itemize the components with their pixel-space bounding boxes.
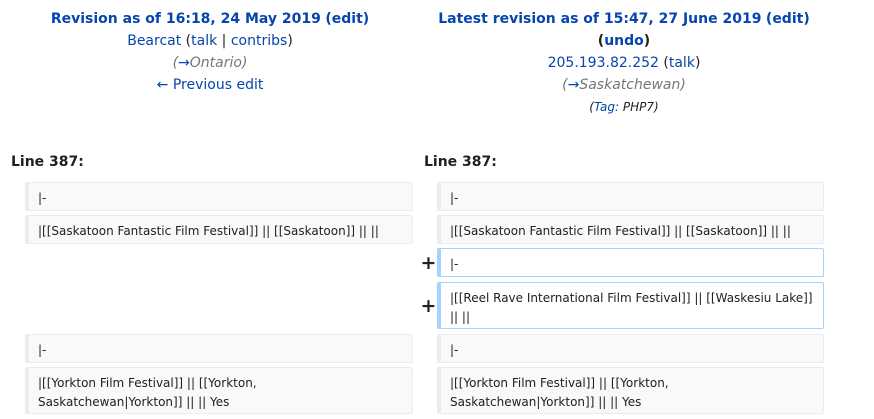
diff-context-cell-right: |[[Saskatoon Fantastic Film Festival]] |… xyxy=(437,215,824,244)
diff-added-cell: |[[Reel Rave International Film Festival… xyxy=(437,282,824,329)
diff-context-cell-right: |- xyxy=(437,334,824,363)
diff-context-cell-left: |- xyxy=(25,182,413,211)
undo-link[interactable]: undo xyxy=(604,33,644,49)
tag-name: PHP7 xyxy=(622,100,655,114)
left-user-link[interactable]: Bearcat xyxy=(127,33,181,49)
right-user-link[interactable]: 205.193.82.252 xyxy=(548,55,659,71)
right-talk-link[interactable]: talk xyxy=(669,55,695,71)
right-line-number: Line 387: xyxy=(424,154,497,170)
right-revision-link[interactable]: Latest revision as of 15:47, 27 June 201… xyxy=(438,11,761,27)
undo-line: (undo) xyxy=(597,33,651,49)
left-edit-link[interactable]: edit xyxy=(332,11,363,27)
left-summary-section: Ontario xyxy=(189,55,242,71)
left-user-line: Bearcat (talk | contribs) xyxy=(127,33,293,49)
left-revision-title-line: Revision as of 16:18, 24 May 2019 (edit) xyxy=(50,11,370,27)
diff-context-cell-left: |[[Yorkton Film Festival]] || [[Yorkton,… xyxy=(25,367,413,414)
right-edit-link[interactable]: edit xyxy=(772,11,803,27)
diff-context-cell-left: |[[Saskatoon Fantastic Film Festival]] |… xyxy=(25,215,413,244)
right-edit-summary: (→Saskatchewan) xyxy=(562,77,686,93)
left-summary-arrow-link[interactable]: → xyxy=(178,55,190,71)
left-contribs-link[interactable]: contribs xyxy=(231,33,287,49)
previous-edit-link[interactable]: ← Previous edit xyxy=(157,77,264,93)
diff-context-cell-right: |[[Yorkton Film Festival]] || [[Yorkton,… xyxy=(437,367,824,414)
diff-context-cell-right: |- xyxy=(437,182,824,211)
right-user-line: 205.193.82.252 (talk) xyxy=(547,55,701,71)
added-line-marker: + xyxy=(420,295,437,317)
left-revision-link[interactable]: Revision as of 16:18, 24 May 2019 xyxy=(51,11,321,27)
left-revision-header: Revision as of 16:18, 24 May 2019 (edit)… xyxy=(12,8,408,96)
tag-link[interactable]: Tag: xyxy=(594,100,623,114)
right-summary-section: Saskatchewan xyxy=(579,77,681,93)
left-edit-summary: (→Ontario) xyxy=(172,55,248,71)
right-summary-arrow-link[interactable]: → xyxy=(568,77,580,93)
diff-added-cell: |- xyxy=(437,248,824,277)
diff-context-cell-left: |- xyxy=(25,334,413,363)
tag-line: (Tag: PHP7) xyxy=(589,100,659,114)
left-talk-link[interactable]: talk xyxy=(191,33,217,49)
left-line-number: Line 387: xyxy=(11,154,84,170)
added-line-marker: + xyxy=(420,252,437,274)
right-revision-header: Latest revision as of 15:47, 27 June 201… xyxy=(424,8,824,118)
right-revision-title-line: Latest revision as of 15:47, 27 June 201… xyxy=(438,11,810,27)
